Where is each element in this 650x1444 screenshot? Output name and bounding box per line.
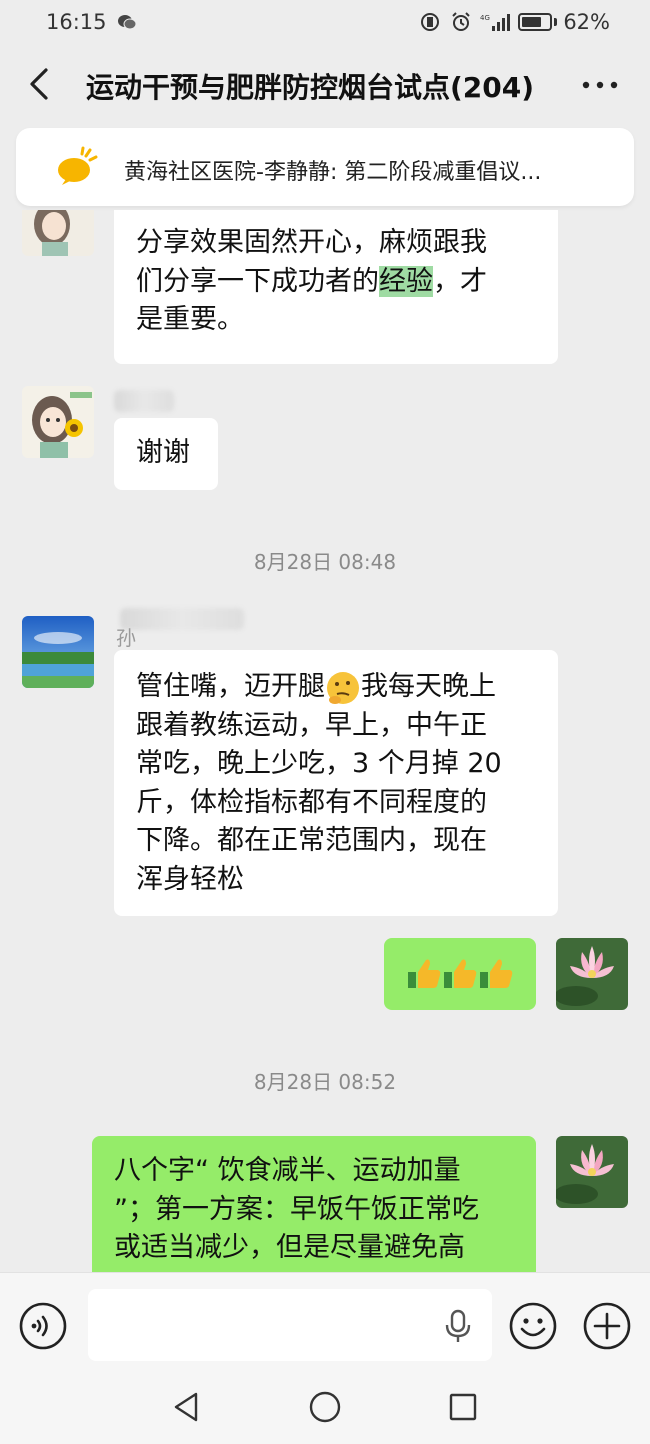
message-line: 管住嘴，迈开腿 我每天晚上 [136, 668, 536, 707]
system-navigation-bar [0, 1376, 650, 1444]
battery-percent: 62% [563, 10, 610, 34]
announcement-bubble-icon [58, 146, 98, 185]
message-line: 们分享一下成功者的经验，才 [136, 265, 487, 297]
back-arrow-icon[interactable] [24, 66, 58, 102]
message-line: 是重要。 [136, 304, 244, 336]
battery-indicator: 62% [518, 10, 610, 34]
message-line: ”；第一方案：早饭午饭正常吃 [114, 1193, 479, 1225]
more-options-icon[interactable] [580, 78, 620, 92]
highlighted-keyword: 经验 [379, 265, 433, 297]
message-line: 八个字“ 饮食减半、运动加量 [114, 1155, 461, 1186]
announcement-text: 黄海社区医院-李静静: 第二阶段减重倡议... [124, 160, 542, 185]
avatar-lake-landscape[interactable] [22, 616, 94, 688]
avatar-lotus[interactable] [556, 938, 628, 1010]
message-text: 谢谢 [136, 437, 190, 468]
nav-home-icon[interactable] [308, 1390, 342, 1424]
message-bubble-sent[interactable] [384, 938, 536, 1010]
status-bar: 16:15 4G 62% [0, 0, 650, 44]
avatar-lotus[interactable] [556, 1136, 628, 1208]
message-line: 或适当减少，但是尽量避免高 [114, 1232, 465, 1264]
sender-name-partial: 孙 [116, 626, 136, 650]
message-line: 浑身轻松 [136, 863, 244, 895]
status-time: 16:15 [46, 10, 107, 34]
status-icons: 4G 62% [420, 10, 610, 34]
thinking-face-emoji-icon [327, 671, 359, 704]
pinned-announcement[interactable]: 黄海社区医院-李静静: 第二阶段减重倡议... [16, 128, 634, 206]
message-line: 分享效果固然开心，麻烦跟我 [136, 227, 487, 258]
wechat-notification-icon [117, 15, 137, 30]
avatar-girl-sunflower[interactable] [22, 386, 94, 458]
nfc-icon [421, 13, 440, 31]
signal-icon: 4G [480, 14, 511, 31]
alarm-icon [452, 12, 471, 31]
message-line: 斤，体检指标都有不同程度的 [136, 786, 487, 818]
nav-back-icon[interactable] [170, 1390, 204, 1424]
message-line: 跟着教练运动，早上，中午正 [136, 709, 487, 741]
chat-header: 运动干预与肥胖防控烟台试点(204) [0, 48, 650, 122]
voice-input-toggle-icon[interactable] [18, 1301, 68, 1351]
message-list[interactable]: 分享效果固然开心，麻烦跟我 们分享一下成功者的经验，才 是重要。 谢谢 8月28… [0, 210, 650, 1272]
add-attachment-icon[interactable] [582, 1301, 632, 1351]
sender-name-blurred [114, 390, 174, 412]
microphone-icon[interactable] [444, 1309, 472, 1343]
emoji-icon[interactable] [508, 1301, 558, 1351]
message-timestamp: 8月28日 08:52 [253, 1070, 397, 1094]
message-line: 常吃，晚上少吃，3 个月掉 20 [136, 748, 502, 780]
message-bubble[interactable]: 分享效果固然开心，麻烦跟我 们分享一下成功者的经验，才 是重要。 [114, 210, 558, 364]
message-input[interactable] [88, 1289, 492, 1361]
nav-recent-apps-icon[interactable] [446, 1390, 480, 1424]
chat-title[interactable]: 运动干预与肥胖防控烟台试点(204) [86, 66, 534, 106]
chat-input-bar [0, 1272, 650, 1376]
svg-text:4G: 4G [480, 14, 490, 22]
avatar-girl-sunflower[interactable] [22, 210, 94, 256]
message-bubble-sent[interactable]: 八个字“ 饮食减半、运动加量 ”；第一方案：早饭午饭正常吃 或适当减少，但是尽量… [92, 1136, 536, 1272]
message-line: 下降。都在正常范围内，现在 [136, 825, 487, 857]
message-bubble[interactable]: 管住嘴，迈开腿 我每天晚上 跟着教练运动，早上，中午正 常吃，晚上少吃，3 个月掉… [114, 650, 558, 916]
message-timestamp: 8月28日 08:48 [253, 550, 397, 574]
message-bubble[interactable]: 谢谢 [114, 418, 218, 490]
sender-name-blurred [120, 608, 244, 630]
battery-icon [518, 13, 553, 31]
thumbs-up-emoji-icon [408, 959, 513, 988]
